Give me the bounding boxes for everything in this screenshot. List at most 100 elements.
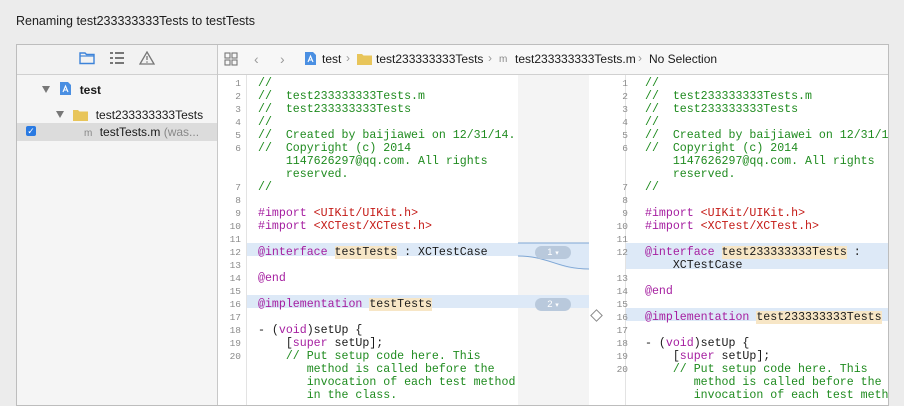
line-number: 18 — [616, 338, 628, 349]
line-number: 14 — [229, 273, 241, 284]
line-number: 18 — [229, 325, 241, 336]
tree-group-label: test233333333Tests — [95, 108, 204, 122]
line-number: 2 — [622, 91, 628, 102]
include-file-checkbox[interactable]: ✓ — [26, 126, 36, 136]
code-line: @end — [258, 272, 286, 285]
line-number: 13 — [616, 273, 628, 284]
line-number: 14 — [616, 286, 628, 297]
code-line: @implementation testTests — [258, 298, 432, 311]
line-number: 11 — [229, 234, 241, 245]
code-line: in the class. — [258, 389, 398, 402]
line-number: 4 — [622, 117, 628, 128]
line-number: 9 — [235, 208, 241, 219]
tree-file-note: (was... — [163, 125, 200, 139]
code-line: [super setUp]; — [645, 350, 771, 363]
line-number: 10 — [229, 221, 241, 232]
code-line: @interface testTests : XCTestCase — [258, 246, 488, 259]
code-line: 1147626297@qq.com. All rights — [645, 155, 875, 168]
line-number: 17 — [616, 325, 628, 336]
change-1-label: 1 — [547, 247, 553, 258]
line-number: 9 — [622, 208, 628, 219]
chevron-right-icon: › — [488, 51, 492, 65]
chevron-right-icon: › — [346, 51, 350, 65]
code-line: invocation of each test method — [645, 389, 888, 402]
project-icon — [59, 81, 72, 101]
line-number: 7 — [622, 182, 628, 193]
line-number: 8 — [235, 195, 241, 206]
code-line: // Put setup code here. This — [645, 363, 868, 376]
line-number: 6 — [235, 143, 241, 154]
navigator-tabs — [17, 45, 217, 75]
code-line: // — [645, 77, 659, 90]
code-line: @implementation test233333333Tests — [645, 311, 882, 324]
line-number: 16 — [616, 312, 628, 323]
m-file-icon: m — [84, 128, 93, 139]
code-line: #import <UIKit/UIKit.h> — [258, 207, 419, 220]
right-editor[interactable]: 1 // 2 // test233333333Tests.m 3 // test23333… — [589, 75, 888, 405]
code-line: reserved. — [258, 168, 349, 181]
code-line: // — [258, 181, 272, 194]
code-line: // test233333333Tests.m — [645, 90, 812, 103]
change-2-label: 2 — [547, 299, 553, 310]
warning-icon[interactable] — [138, 50, 157, 67]
code-line: [super setUp]; — [258, 337, 384, 350]
back-arrow-icon[interactable]: ‹ — [254, 51, 259, 67]
code-line: // Copyright (c) 2014 — [645, 142, 799, 155]
code-line: @end — [645, 285, 673, 298]
code-line: reserved. — [645, 168, 736, 181]
line-number: 16 — [229, 299, 241, 310]
forward-arrow-icon[interactable]: › — [280, 51, 285, 67]
line-number: 19 — [229, 338, 241, 349]
left-editor[interactable]: 1 // 2 // test233333333Tests.m 3 // test23333… — [218, 75, 518, 405]
jump-selection[interactable]: No Selection — [649, 52, 717, 66]
code-line: // Created by baijiawei on 12/31/14. — [258, 129, 516, 142]
code-line: @interface test233333333Tests : — [645, 246, 861, 259]
code-line: #import <XCTest/XCTest.h> — [258, 220, 432, 233]
code-line: // — [258, 116, 272, 129]
code-line: // — [645, 181, 659, 194]
disclosure-triangle-icon[interactable] — [42, 86, 50, 93]
line-number: 1 — [622, 78, 628, 89]
folder-icon[interactable] — [79, 51, 97, 67]
chevron-down-icon: ▾ — [555, 250, 559, 257]
jump-bar: ‹ › test › test233333333Tests › m test23… — [218, 45, 888, 75]
change-1-button[interactable]: 1 ▾ — [535, 246, 571, 259]
line-number: 6 — [622, 143, 628, 154]
jump-project[interactable]: test — [322, 52, 341, 66]
folder-icon — [357, 53, 372, 68]
tree-project-label: test — [79, 83, 102, 97]
related-items-icon[interactable] — [224, 52, 238, 69]
code-line: // Copyright (c) 2014 — [258, 142, 412, 155]
disclosure-triangle-icon[interactable] — [56, 111, 64, 118]
m-file-icon: m — [499, 54, 508, 65]
code-line: // Created by baijiawei on 12/31/14. — [645, 129, 888, 142]
tree-project-row[interactable]: test — [42, 81, 101, 99]
file-navigator: test test233333333Tests ✓ m testTests.m … — [17, 45, 218, 405]
code-line: XCTestCase — [645, 259, 743, 272]
code-line: // test233333333Tests — [645, 103, 799, 116]
change-2-button[interactable]: 2 ▾ — [535, 298, 571, 311]
jump-group[interactable]: test233333333Tests — [376, 52, 483, 66]
line-number: 2 — [235, 91, 241, 102]
jump-file[interactable]: test233333333Tests.m — [515, 52, 636, 66]
line-number: 17 — [229, 312, 241, 323]
tree-group-row[interactable]: test233333333Tests — [56, 106, 203, 124]
line-number: 20 — [616, 364, 628, 375]
window-title: Renaming test233333333Tests to testTests — [16, 14, 256, 28]
line-number: 4 — [235, 117, 241, 128]
tree-file-row[interactable]: m testTests.m (was... — [84, 123, 199, 141]
project-icon — [304, 51, 317, 69]
code-line: method is called before the — [645, 376, 882, 389]
line-number: 3 — [235, 104, 241, 115]
diff-connector: 1 ▾ 2 ▾ — [518, 75, 589, 405]
code-line: // Put setup code here. This — [258, 350, 481, 363]
code-line: - (void)setUp { — [258, 324, 363, 337]
list-icon[interactable] — [109, 51, 127, 67]
line-number: 20 — [229, 351, 241, 362]
code-line: 1147626297@qq.com. All rights — [258, 155, 488, 168]
line-number: 1 — [235, 78, 241, 89]
line-number: 19 — [616, 351, 628, 362]
code-line: // — [645, 116, 659, 129]
line-number: 3 — [622, 104, 628, 115]
line-number: 13 — [229, 260, 241, 271]
